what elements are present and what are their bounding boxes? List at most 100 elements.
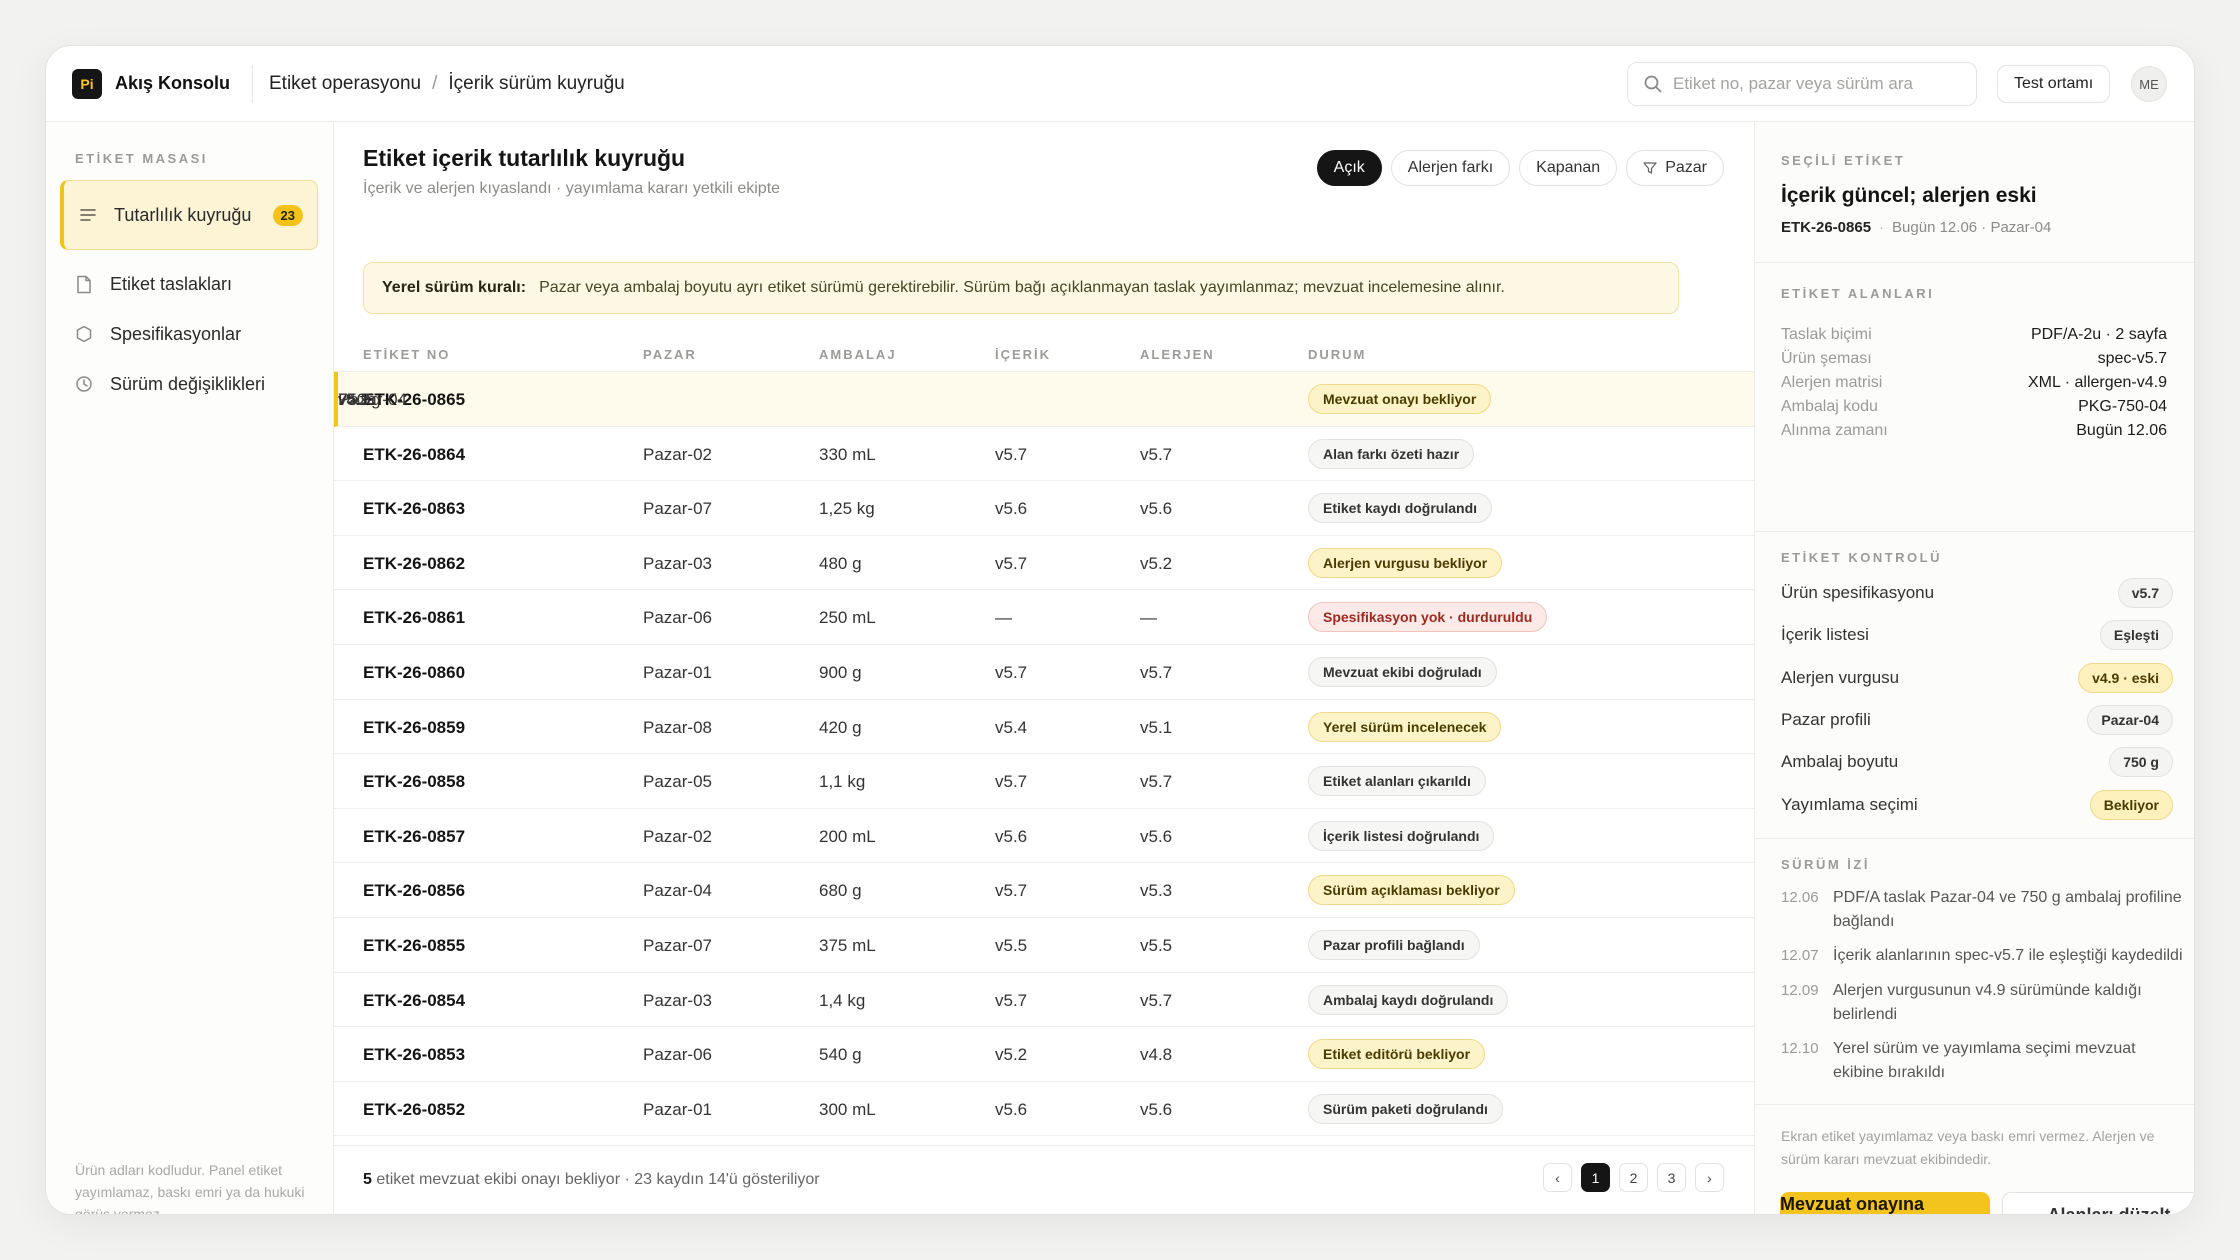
table-row[interactable]: ETK-26-0856 Pazar-04 680 g v5.7 v5.3 Sürüm aç…	[334, 863, 1754, 918]
check-row: Ürün spesifikasyonu v5.7	[1781, 578, 2173, 608]
table-row[interactable]: ETK-26-0854 Pazar-03 1,4 kg v5.7 v5.7 Ambalaj…	[334, 973, 1754, 1028]
history-date: 12.09	[1781, 982, 1819, 999]
pack-cell: 1,1 kg	[819, 772, 866, 792]
check-row: İçerik listesi Eşleşti	[1781, 620, 2173, 651]
status-badge: Yerel sürüm incelenecek	[1308, 711, 1502, 742]
page-1-button[interactable]: 1	[1581, 1163, 1610, 1192]
panel-section-selected: SEÇİLİ ETİKET	[1781, 153, 1906, 168]
pending-count: 5	[363, 1171, 372, 1188]
status-badge: Alan farkı özeti hazır	[1308, 438, 1475, 469]
sidebar-item-tutarlilik-kuyrugu[interactable]: Tutarlılık kuyruğu 23	[60, 180, 318, 250]
table-row[interactable]: ETK-26-0862 Pazar-03 480 g v5.7 v5.2 Alerjen …	[334, 536, 1754, 591]
table-body: ETK-26-0865 Pazar-04 750 g v5.7 v4.9 Mevzuat …	[334, 372, 1754, 1137]
market-cell: Pazar-06	[643, 1045, 712, 1065]
column-header-etiket-no[interactable]: ETİKET NO	[363, 347, 450, 362]
table-row[interactable]: ETK-26-0852 Pazar-01 300 mL v5.6 v5.6 Sürüm p…	[334, 1082, 1754, 1137]
pack-cell: 1,25 kg	[819, 499, 875, 519]
market-cell: Pazar-03	[643, 990, 712, 1010]
column-header-durum[interactable]: DURUM	[1308, 347, 1366, 362]
edit-fields-button[interactable]: Alanları düzelt	[2002, 1192, 2194, 1214]
content-version-cell: v5.7	[995, 662, 1028, 682]
column-header-alerjen[interactable]: ALERJEN	[1140, 347, 1215, 362]
pack-cell: 330 mL	[819, 444, 876, 464]
check-status-tag: v5.7	[2117, 578, 2173, 608]
table-row[interactable]: ETK-26-0865 Pazar-04 750 g v5.7 v4.9 Mevzuat …	[334, 372, 1754, 427]
label-id-cell: ETK-26-0858	[363, 772, 466, 792]
breadcrumb: Etiket operasyonu / İçerik sürüm kuyruğu	[269, 73, 625, 95]
column-header-ambalaj[interactable]: AMBALAJ	[819, 347, 897, 362]
table-row[interactable]: ETK-26-0861 Pazar-06 250 mL — — Spesifikasyon…	[334, 590, 1754, 645]
environment-button[interactable]: Test ortamı	[1997, 65, 2111, 103]
pack-cell: 420 g	[819, 717, 862, 737]
divider	[1755, 262, 2194, 263]
content-version-cell: v5.5	[995, 935, 1028, 955]
status-badge: Sürüm açıklaması bekliyor	[1308, 875, 1515, 906]
label-id-cell: ETK-26-0857	[363, 826, 466, 846]
breadcrumb-etiket-operasyonu[interactable]: Etiket operasyonu	[269, 73, 421, 95]
filter-alerjen-farki[interactable]: Alerjen farkı	[1390, 150, 1511, 186]
label-id-cell: ETK-26-0862	[363, 553, 466, 573]
check-status-tag: Bekliyor	[2089, 789, 2173, 820]
content-version-cell: —	[995, 608, 1012, 628]
filter-bar: Açık Alerjen farkı Kapanan Pazar	[1316, 150, 1724, 186]
table-row[interactable]: ETK-26-0864 Pazar-02 330 mL v5.7 v5.7 Alan fa…	[334, 427, 1754, 482]
page-prev-button[interactable]: ‹	[1543, 1163, 1572, 1192]
notice-title: Yerel sürüm kuralı:	[382, 279, 527, 296]
table-row[interactable]: ETK-26-0863 Pazar-07 1,25 kg v5.6 v5.6 Etiket…	[334, 481, 1754, 536]
column-header-pazar[interactable]: PAZAR	[643, 347, 697, 362]
app-logo[interactable]: Pi	[72, 69, 102, 99]
pack-cell: 900 g	[819, 662, 862, 682]
page-next-button[interactable]: ›	[1695, 1163, 1724, 1192]
status-badge: Mevzuat ekibi doğruladı	[1308, 656, 1497, 687]
field-key: Alınma zamanı	[1781, 422, 1888, 439]
page-subtitle: İçerik ve alerjen kıyaslandı · yayımlama…	[363, 180, 781, 197]
content-version-cell: v5.4	[995, 717, 1028, 737]
divider	[1755, 838, 2194, 839]
notice-text: Pazar veya ambalaj boyutu ayrı etiket sü…	[539, 279, 1505, 296]
pack-cell: 300 mL	[819, 1099, 876, 1119]
sidebar-item-surum-degisiklikleri[interactable]: Sürüm değişiklikleri	[60, 367, 318, 401]
table-row[interactable]: ETK-26-0855 Pazar-07 375 mL v5.5 v5.5 Pazar p…	[334, 918, 1754, 973]
filter-pazar[interactable]: Pazar	[1626, 150, 1724, 186]
page-2-button[interactable]: 2	[1619, 1163, 1648, 1192]
status-badge: Ambalaj kaydı doğrulandı	[1308, 984, 1509, 1015]
send-to-regulatory-approval-button[interactable]: Mevzuat onayına gönder	[1780, 1192, 1990, 1214]
search-input[interactable]	[1673, 74, 1963, 94]
sidebar-item-etiket-taslaklari[interactable]: Etiket taslakları	[60, 267, 318, 301]
history-text: Yerel sürüm ve yayımlama seçimi mevzuat …	[1833, 1040, 2136, 1081]
content-version-cell: v5.6	[995, 1099, 1028, 1119]
field-key: Ambalaj kodu	[1781, 398, 1878, 415]
table-row[interactable]: ETK-26-0857 Pazar-02 200 mL v5.6 v5.6 İçerik …	[334, 809, 1754, 864]
check-status-tag: Pazar-04	[2087, 704, 2173, 735]
content-version-cell: v5.6	[995, 826, 1028, 846]
label-id-cell: ETK-26-0863	[363, 499, 466, 519]
allergen-version-cell: v5.7	[1140, 772, 1173, 792]
meta-separator: ·	[1879, 219, 1885, 236]
label-id-cell: ETK-26-0861	[363, 608, 466, 628]
selected-label-meta: ETK-26-0865 · Bugün 12.06 · Pazar-04	[1781, 219, 2051, 236]
table-row[interactable]: ETK-26-0859 Pazar-08 420 g v5.4 v5.1 Yerel sü…	[334, 700, 1754, 755]
page-3-button[interactable]: 3	[1657, 1163, 1686, 1192]
status-badge: Pazar profili bağlandı	[1308, 929, 1480, 960]
selected-label-title: İçerik güncel; alerjen eski	[1781, 184, 2037, 207]
table-row[interactable]: ETK-26-0858 Pazar-05 1,1 kg v5.7 v5.7 Etiket …	[334, 754, 1754, 809]
check-label: Pazar profili	[1781, 709, 1871, 729]
summary-text: etiket mevzuat ekibi onayı bekliyor · 23…	[371, 1171, 820, 1188]
filter-acik[interactable]: Açık	[1316, 150, 1382, 186]
panel-section-fields: ETİKET ALANLARI	[1781, 286, 1935, 301]
label-id-cell: ETK-26-0853	[363, 1045, 466, 1065]
check-status-tag: Eşleşti	[2099, 620, 2173, 651]
table-row[interactable]: ETK-26-0860 Pazar-01 900 g v5.7 v5.7 Mevzuat …	[334, 645, 1754, 700]
market-cell: Pazar-04	[643, 881, 712, 901]
search-box[interactable]	[1627, 62, 1977, 106]
sidebar-item-spesifikasyonlar[interactable]: Spesifikasyonlar	[60, 317, 318, 351]
avatar[interactable]: ME	[2131, 66, 2167, 102]
content-version-cell: v5.7	[995, 553, 1028, 573]
filter-kapanan[interactable]: Kapanan	[1519, 150, 1618, 186]
column-header-icerik[interactable]: İÇERİK	[995, 347, 1051, 362]
table-footer: 5 etiket mevzuat ekibi onayı bekliyor · …	[334, 1145, 1754, 1214]
history-text: İçerik alanlarının spec-v5.7 ile eşleşti…	[1833, 947, 2183, 964]
table-row[interactable]: ETK-26-0853 Pazar-06 540 g v5.2 v4.8 Etiket e…	[334, 1027, 1754, 1082]
content-version-cell: v5.7	[995, 772, 1028, 792]
hexagon-icon	[74, 324, 94, 344]
